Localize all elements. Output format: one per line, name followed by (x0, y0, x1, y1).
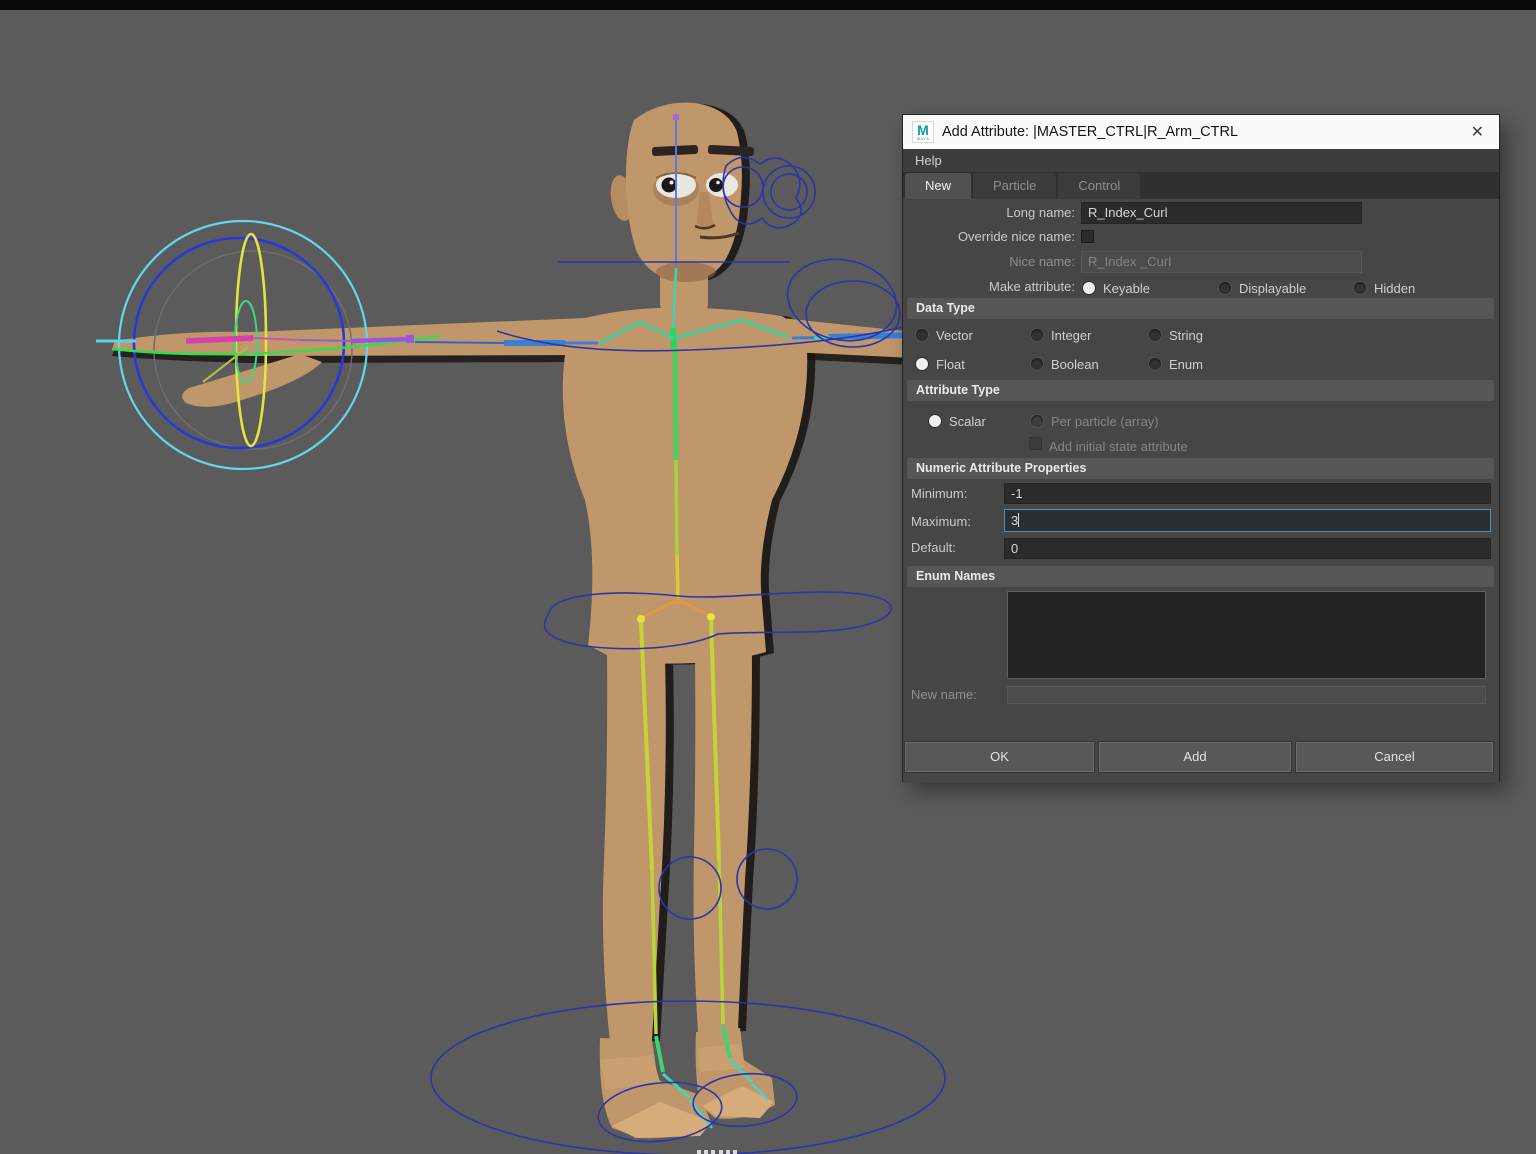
cancel-button[interactable]: Cancel (1296, 742, 1493, 772)
add-attribute-dialog: M MAYA Add Attribute: |MASTER_CTRL|R_Arm… (902, 114, 1500, 782)
radio-float[interactable]: Float (916, 356, 965, 372)
radio-displayable[interactable]: Displayable (1219, 280, 1306, 296)
radio-label: Displayable (1239, 281, 1306, 296)
chin-shadow (656, 262, 716, 282)
enum-names-list[interactable] (1007, 591, 1486, 679)
radio-string[interactable]: String (1149, 327, 1203, 343)
radio-label: Boolean (1051, 357, 1099, 372)
override-nice-name-checkbox[interactable] (1081, 230, 1094, 243)
maximum-label: Maximum: (911, 511, 1001, 533)
forearm-joint-line (352, 339, 410, 341)
radio-dot (916, 329, 928, 341)
maya-logo-icon: M MAYA (912, 121, 934, 143)
text-cursor (1018, 513, 1019, 527)
maximum-input[interactable]: 3 (1004, 509, 1491, 532)
dialog-menubar: Help (903, 149, 1499, 173)
add-button[interactable]: Add (1099, 742, 1291, 772)
minimum-label: Minimum: (911, 483, 1001, 505)
radio-label: Float (936, 357, 965, 372)
radio-label: String (1169, 328, 1203, 343)
override-nice-name-label: Override nice name: (903, 226, 1075, 248)
radio-label: Integer (1051, 328, 1091, 343)
ok-button[interactable]: OK (905, 742, 1094, 772)
dialog-title: Add Attribute: |MASTER_CTRL|R_Arm_CTRL (942, 124, 1457, 140)
data-type-header: Data Type (907, 298, 1494, 319)
tab-control[interactable]: Control (1058, 173, 1140, 199)
radio-enum[interactable]: Enum (1149, 356, 1203, 372)
menu-help[interactable]: Help (903, 153, 954, 168)
radio-scalar[interactable]: Scalar (929, 413, 986, 429)
long-name-input[interactable]: R_Index_Curl (1081, 202, 1362, 224)
radio-dot (1354, 282, 1366, 294)
hand-joint-line (186, 338, 253, 341)
eye-ctrl-right-inner (771, 174, 807, 210)
maximum-value: 3 (1011, 513, 1018, 528)
dialog-tabbar: New Particle Control (903, 173, 1499, 199)
radio-dot (916, 358, 928, 370)
radio-label: Per particle (array) (1051, 414, 1159, 429)
attribute-type-header: Attribute Type (907, 380, 1494, 401)
radio-vector[interactable]: Vector (916, 327, 973, 343)
radio-integer[interactable]: Integer (1031, 327, 1091, 343)
long-name-label: Long name: (903, 202, 1075, 224)
make-attribute-label: Make attribute: (903, 276, 1075, 298)
tab-new[interactable]: New (905, 173, 971, 199)
radio-label: Enum (1169, 357, 1203, 372)
radio-dot (1083, 282, 1095, 294)
dialog-titlebar[interactable]: M MAYA Add Attribute: |MASTER_CTRL|R_Arm… (903, 115, 1499, 149)
top-strip (0, 0, 1536, 10)
dialog-content: Long name: R_Index_Curl Override nice na… (903, 199, 1499, 783)
new-name-label: New name: (911, 684, 1001, 706)
enum-names-header: Enum Names (907, 566, 1494, 587)
radio-boolean[interactable]: Boolean (1031, 356, 1099, 372)
radio-hidden[interactable]: Hidden (1354, 280, 1415, 296)
minimum-input[interactable]: -1 (1004, 483, 1491, 504)
radio-dot (929, 415, 941, 427)
radio-label: Vector (936, 328, 973, 343)
add-initial-state-label: Add initial state attribute (1049, 438, 1188, 454)
nice-name-input: R_Index _Curl (1081, 251, 1362, 273)
radio-dot (1031, 358, 1043, 370)
close-icon[interactable]: ✕ (1465, 122, 1490, 142)
radio-label: Keyable (1103, 281, 1150, 296)
radio-dot (1031, 329, 1043, 341)
radio-label: Hidden (1374, 281, 1415, 296)
radio-per-particle: Per particle (array) (1031, 413, 1159, 429)
add-initial-state-checkbox (1029, 437, 1042, 450)
new-name-input (1007, 686, 1486, 704)
nice-name-label: Nice name: (903, 251, 1075, 273)
tab-particle[interactable]: Particle (973, 173, 1056, 199)
radio-dot (1031, 415, 1043, 427)
radio-keyable[interactable]: Keyable (1083, 280, 1150, 296)
maya-application: M MAYA Add Attribute: |MASTER_CTRL|R_Arm… (0, 0, 1536, 1154)
radio-label: Scalar (949, 414, 986, 429)
default-label: Default: (911, 537, 1001, 559)
radio-dot (1149, 329, 1161, 341)
default-input[interactable]: 0 (1004, 538, 1491, 559)
radio-dot (1219, 282, 1231, 294)
radio-dot (1149, 358, 1161, 370)
character-model (112, 103, 912, 1139)
numeric-properties-header: Numeric Attribute Properties (907, 458, 1494, 479)
